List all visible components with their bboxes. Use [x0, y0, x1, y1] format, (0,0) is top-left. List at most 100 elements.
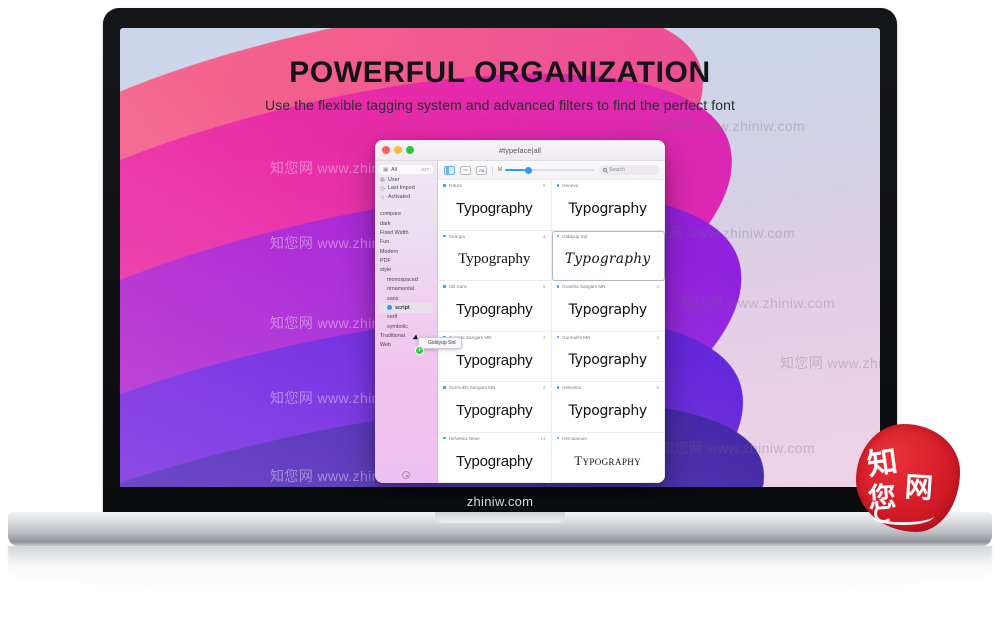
window-titlebar[interactable]: #typeface|all [375, 140, 665, 161]
search-icon [603, 168, 607, 172]
sidebar-tag-fun[interactable]: Fun [375, 238, 437, 247]
sidebar-tag-symbolic[interactable]: symbolic [375, 322, 437, 331]
size-slider[interactable]: M [498, 166, 594, 174]
font-variant-count: 9 [542, 284, 546, 289]
search-placeholder: Search [609, 167, 625, 173]
slider-size-icon: M [498, 166, 503, 173]
sidebar-tag-label: sans [387, 295, 399, 302]
font-status-dot-icon [443, 234, 446, 238]
font-cell[interactable]: Gill Sans 9 Typography [438, 281, 552, 332]
sidebar-tag-ornamental[interactable]: ornamental [375, 285, 437, 294]
font-sample-text: Typography [456, 200, 533, 218]
sidebar-tag-pdf[interactable]: PDF [375, 256, 437, 265]
sidebar-smart-list[interactable]: ▦ All 937 ◍ User ◷ Last Import ☆ Activated [375, 165, 437, 202]
font-cell[interactable]: Grantha Sangam MN 2 Typography [551, 281, 665, 332]
font-sample-text: Typography [564, 250, 651, 267]
font-variant-count: 6 [656, 385, 659, 390]
sidebar-item-label: Activated [388, 194, 411, 201]
font-cell[interactable]: Herculanum Typography [551, 432, 665, 483]
sidebar-item-label: All [391, 166, 397, 173]
sidebar-tag-serif[interactable]: serif [375, 313, 437, 322]
screenshot-root: 知您网 www.zhiniw.com知您网 www.zhiniw.comwww.… [0, 0, 1000, 622]
font-grid[interactable]: Futura 6 Typography Geneva Typography Georgia… [438, 180, 665, 483]
font-variant-count: 2 [656, 334, 659, 340]
font-cell[interactable]: Geneva Typography [551, 180, 665, 231]
font-variant-count: 2 [542, 385, 546, 390]
search-input[interactable]: Search [599, 165, 659, 175]
sidebar-item-last-import[interactable]: ◷ Last Import [375, 184, 437, 193]
sidebar-tag-label: monospaced [387, 276, 418, 283]
sidebar[interactable]: ▦ All 937 ◍ User ◷ Last Import ☆ Activated compa… [375, 161, 438, 483]
headline-block: POWERFUL ORGANIZATION Use the flexible t… [120, 56, 880, 113]
font-cell[interactable]: Georgia 4 Typography [438, 230, 552, 281]
seal-swirl-icon [872, 504, 934, 525]
main-panel: ▭ Aa M Search Futura 6 Typography Geneva… [438, 161, 665, 483]
font-status-dot-icon [443, 184, 446, 187]
drag-tooltip-label: Giddyup Std [428, 340, 456, 346]
font-status-dot-icon [556, 386, 560, 389]
window-title: #typeface|all [499, 145, 541, 155]
font-cell[interactable]: Futura 6 Typography [438, 180, 552, 231]
sidebar-tag-label: ornamental [387, 286, 414, 293]
sidebar-footer[interactable] [375, 467, 437, 483]
font-sample-text: Typography [568, 352, 648, 369]
sidebar-tag-label: symbolic [387, 323, 408, 330]
font-variant-count: 4 [542, 233, 546, 239]
drag-add-badge: + [415, 346, 424, 355]
font-sample-text: Typography [574, 454, 642, 468]
sidebar-tag-monospaced[interactable]: monospaced [375, 275, 437, 284]
sidebar-tag-label: serif [387, 314, 398, 321]
slider-knob[interactable] [524, 166, 532, 174]
drag-tooltip: Giddyup Std [418, 337, 462, 349]
text-mode-button[interactable]: Aa [476, 165, 487, 175]
bezel-brand-label: zhiniw.com [466, 493, 534, 509]
font-sample-text: Typography [458, 250, 531, 267]
toolbar[interactable]: ▭ Aa M Search [438, 161, 665, 180]
slider-track[interactable] [505, 166, 594, 174]
font-cell[interactable]: Gurmukhi MN 2 Typography [551, 331, 665, 382]
font-cell[interactable]: Helvetica Neue 14 Typography [438, 432, 552, 483]
sidebar-scroll[interactable]: ▦ All 937 ◍ User ◷ Last Import ☆ Activated compa… [375, 164, 437, 467]
tag-selected-dot-icon [387, 305, 392, 311]
font-sample-text: Typography [456, 452, 533, 470]
sidebar-tag-style[interactable]: style [375, 266, 437, 275]
sidebar-tag-label: Fixed Width [380, 229, 409, 236]
font-status-dot-icon [556, 436, 560, 440]
toolbar-separator [492, 165, 493, 175]
slider-fill [505, 169, 525, 171]
font-status-dot-icon [556, 285, 560, 288]
sidebar-toggle-icon[interactable] [444, 165, 455, 175]
font-cell[interactable]: Giddyup Std Typography [551, 230, 665, 281]
font-manager-window[interactable]: #typeface|all ▦ All 937 ◍ User ◷ Last Import ☆ A… [375, 140, 665, 483]
laptop-lid: 知您网 www.zhiniw.com知您网 www.zhiniw.comwww.… [103, 8, 897, 515]
sidebar-tag-fixed-width[interactable]: Fixed Width [375, 228, 437, 237]
clock-icon: ◷ [380, 185, 385, 192]
sidebar-tag-script[interactable]: script [379, 303, 433, 313]
sidebar-tag-label: PDF [380, 258, 391, 265]
window-body: ▦ All 937 ◍ User ◷ Last Import ☆ Activated compa… [375, 161, 665, 483]
sidebar-tag-compare[interactable]: compare [375, 210, 437, 219]
sidebar-item-user[interactable]: ◍ User [375, 175, 437, 184]
font-cell[interactable]: Gurmukhi Sangam MN 2 Typography [438, 382, 552, 433]
sidebar-item-label: Last Import [388, 185, 415, 192]
sidebar-tag-label: compare [380, 211, 401, 218]
font-cell[interactable]: Helvetica 6 Typography [551, 382, 665, 433]
sidebar-item-count: 937 [421, 167, 429, 173]
font-status-dot-icon [443, 436, 446, 440]
sidebar-tag-label: script [395, 304, 410, 311]
sidebar-tag-list[interactable]: compare dark Fixed Width Fun Modern PDF style m… [375, 210, 437, 351]
add-tag-button[interactable] [402, 471, 410, 479]
sidebar-tag-modern[interactable]: Modern [375, 247, 437, 256]
sidebar-item-activated[interactable]: ☆ Activated [375, 193, 437, 202]
sidebar-item-all[interactable]: ▦ All 937 [379, 165, 433, 175]
sidebar-tag-dark[interactable]: dark [375, 219, 437, 228]
screen-bezel-chin: zhiniw.com [103, 487, 897, 515]
sidebar-tag-label: Web [380, 342, 391, 349]
sidebar-tag-label: dark [380, 220, 391, 227]
laptop-reflection [8, 546, 992, 592]
font-variant-count: 6 [542, 183, 546, 188]
font-status-dot-icon [443, 285, 446, 288]
sidebar-item-label: User [388, 176, 400, 183]
sidebar-tag-sans[interactable]: sans [375, 294, 437, 303]
grid-view-icon[interactable]: ▭ [460, 165, 471, 175]
